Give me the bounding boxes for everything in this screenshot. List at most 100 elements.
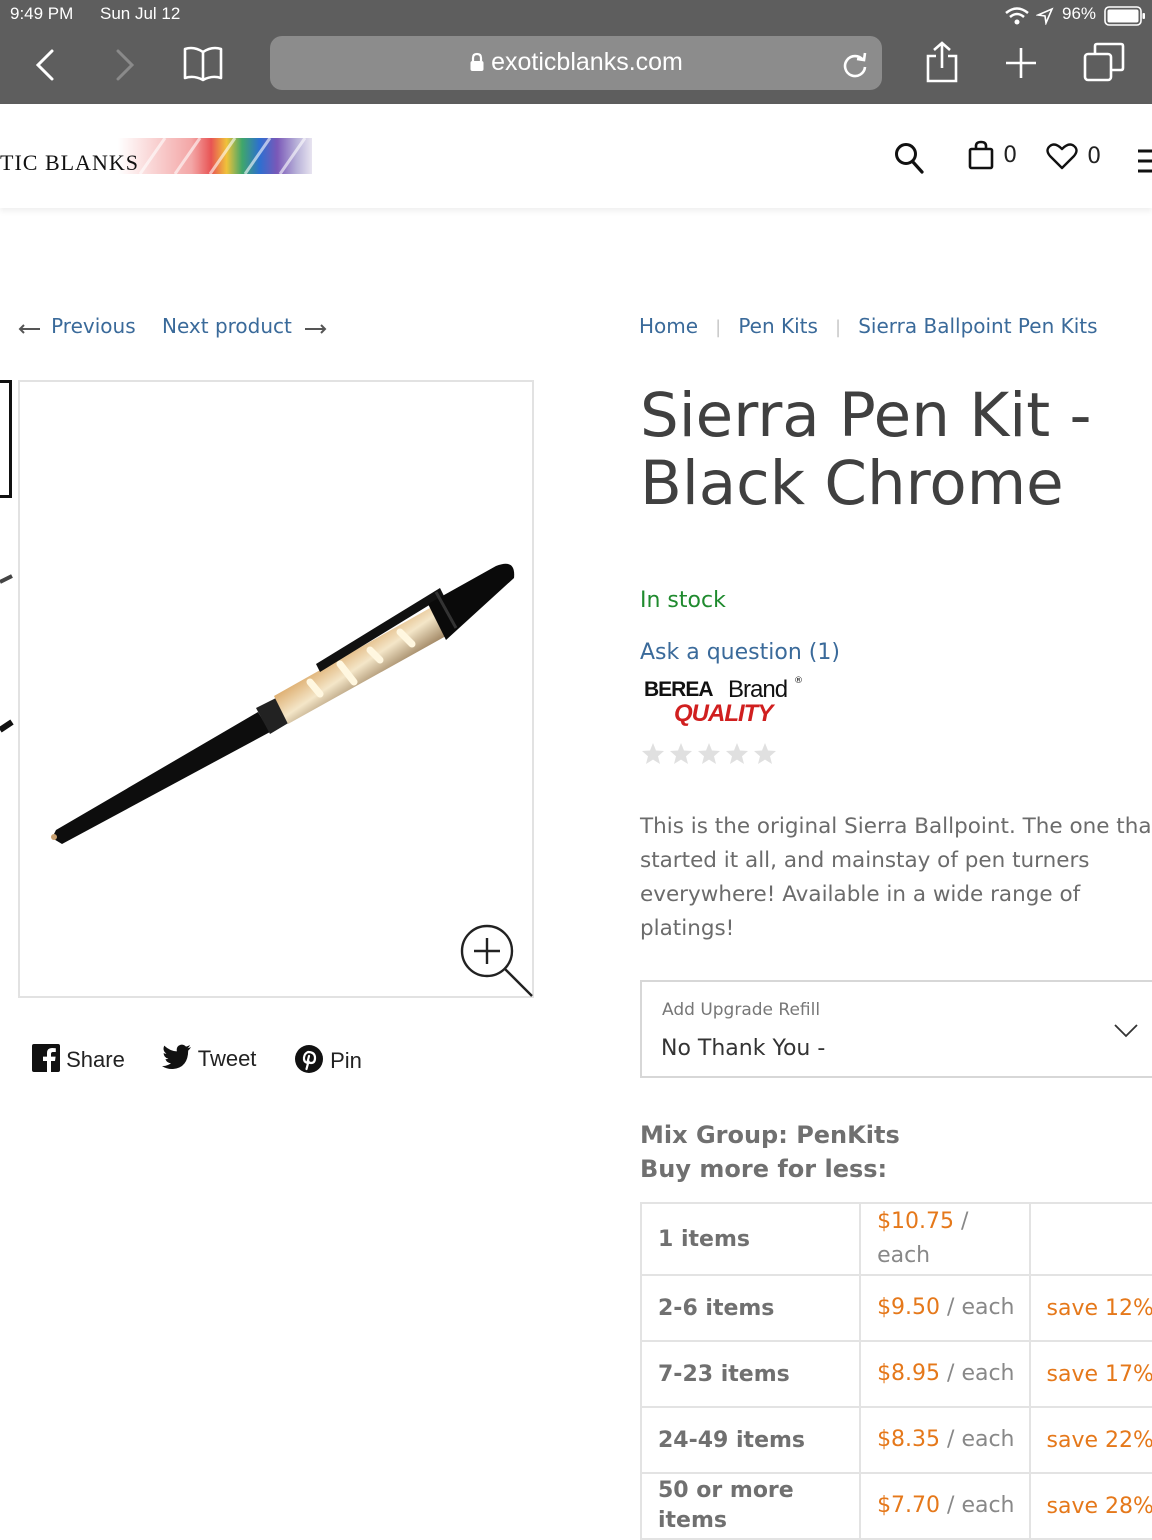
thumbnail-strip[interactable] (0, 570, 14, 750)
upgrade-refill-select[interactable]: Add Upgrade Refill No Thank You - (640, 980, 1152, 1078)
wifi-icon (1005, 7, 1029, 25)
status-date: Sun Jul 12 (100, 4, 181, 23)
logo-text: TIC BLANKS (0, 150, 139, 175)
mix-group-line1: Mix Group: PenKits (640, 1121, 900, 1149)
twitter-share-label: Tweet (197, 1046, 257, 1071)
tier-save (1028, 1202, 1152, 1276)
shopping-bag-icon (968, 140, 994, 170)
tier-save: save 22% (1028, 1406, 1152, 1474)
ask-question-link[interactable]: Ask a question (1) (640, 640, 840, 665)
url-value: exoticblanks.com (491, 48, 683, 76)
badge-quality: QUALITY (674, 700, 773, 727)
arrow-right-icon (304, 323, 327, 334)
new-tab-icon[interactable] (1004, 46, 1038, 80)
battery-percent: 96% (1062, 4, 1097, 23)
thumbnail-selected[interactable] (0, 380, 12, 498)
mix-group-line2: Buy more for less: (640, 1155, 888, 1183)
table-row: 1 items $10.75 /each (639, 1202, 1152, 1276)
tier-price-amount: $8.35 (877, 1427, 941, 1452)
cart-button[interactable]: 0 (968, 140, 1017, 170)
breadcrumb-sierra[interactable]: Sierra Ballpoint Pen Kits (858, 314, 1097, 338)
table-row: 2-6 items $9.50 / each save 12% (639, 1274, 1152, 1342)
tier-qty: 1 items (639, 1202, 862, 1276)
tabs-icon[interactable] (1083, 42, 1125, 82)
zoom-in-icon[interactable] (460, 924, 536, 1000)
stock-status: In stock (640, 588, 726, 613)
browser-toolbar: 9:49 PM Sun Jul 12 96% exoticblanks.com (0, 0, 1152, 104)
product-description: This is the original Sierra Ballpoint. T… (640, 814, 1152, 941)
tier-price: $10.75 /each (859, 1202, 1031, 1276)
product-image[interactable] (18, 380, 534, 998)
site-logo[interactable]: TIC BLANKS (0, 136, 312, 176)
tier-price-suffix: / each (940, 1295, 1015, 1320)
back-icon[interactable] (34, 48, 56, 82)
breadcrumb-separator: | (835, 317, 842, 338)
product-title-line2: Black Chrome (640, 448, 1064, 519)
menu-icon[interactable] (1136, 148, 1152, 174)
berea-quality-badge: BEREA Brand ® QUALITY (640, 674, 810, 738)
breadcrumb-separator: | (715, 317, 722, 338)
table-row: 24-49 items $8.35 / each save 22% (639, 1406, 1152, 1474)
pinterest-share-button[interactable]: Pin (294, 1044, 362, 1074)
pen-image (51, 563, 515, 844)
tier-qty: 7-23 items (639, 1340, 862, 1408)
reload-icon[interactable] (842, 50, 868, 78)
tier-price-suffix: / each (940, 1427, 1015, 1452)
tier-price-amount: $9.50 (877, 1295, 941, 1320)
tier-save: save 12% (1028, 1274, 1152, 1342)
facebook-icon (32, 1044, 60, 1072)
star-rating-icon (642, 743, 776, 764)
product-title: Sierra Pen Kit - Black Chrome (640, 382, 1120, 518)
heart-icon (1046, 143, 1078, 170)
tier-price: $8.35 / each (859, 1406, 1031, 1474)
pinterest-share-label: Pin (330, 1048, 362, 1073)
tier-qty: 50 or more items (639, 1472, 862, 1540)
previous-product-link[interactable]: Previous (18, 314, 136, 338)
search-icon[interactable] (894, 142, 924, 174)
mix-group-heading: Mix Group: PenKits Buy more for less: (640, 1118, 900, 1186)
bookmarks-icon[interactable] (182, 44, 224, 82)
wishlist-button[interactable]: 0 (1046, 142, 1101, 170)
twitter-icon (162, 1044, 191, 1070)
product-title-line1: Sierra Pen Kit - (640, 380, 1092, 451)
tier-save: save 28% (1028, 1472, 1152, 1540)
cart-count: 0 (1003, 142, 1018, 168)
forward-icon[interactable] (114, 48, 136, 82)
battery-icon (1104, 6, 1145, 26)
status-time: 9:49 PM (10, 4, 74, 23)
quantity-pricing-table: 1 items $10.75 /each 2-6 items $9.50 / e… (639, 1202, 1152, 1540)
site-header: TIC BLANKS 0 0 (0, 104, 1152, 208)
wishlist-count: 0 (1087, 143, 1102, 169)
breadcrumb: Home | Pen Kits | Sierra Ballpoint Pen K… (639, 314, 1098, 338)
location-icon (1036, 7, 1054, 25)
table-row: 7-23 items $8.95 / each save 17% (639, 1340, 1152, 1408)
table-row: 50 or more items $7.70 / each save 28% (639, 1472, 1152, 1540)
previous-label: Previous (51, 314, 136, 338)
facebook-share-button[interactable]: Share (32, 1044, 125, 1073)
share-icon[interactable] (924, 40, 960, 84)
twitter-share-button[interactable]: Tweet (162, 1044, 256, 1072)
tier-price-amount: $10.75 (877, 1209, 955, 1234)
tier-save: save 17% (1028, 1340, 1152, 1408)
next-label: Next product (162, 314, 292, 338)
next-product-link[interactable]: Next product (162, 314, 327, 338)
arrow-left-icon (18, 323, 40, 334)
registered-mark: ® (794, 676, 803, 686)
tier-qty: 2-6 items (639, 1274, 862, 1342)
pinterest-icon (295, 1045, 323, 1073)
tier-price: $9.50 / each (859, 1274, 1031, 1342)
tier-price: $8.95 / each (859, 1340, 1031, 1408)
rating-stars (640, 740, 780, 774)
chevron-down-icon (1114, 1024, 1138, 1038)
tier-qty: 24-49 items (639, 1406, 862, 1474)
tier-price-amount: $8.95 (877, 1361, 941, 1386)
url-text: exoticblanks.com (270, 48, 882, 77)
tier-price-suffix: / each (940, 1493, 1015, 1518)
address-bar[interactable]: exoticblanks.com (270, 36, 882, 90)
refill-value: No Thank You - (661, 1036, 826, 1061)
refill-label: Add Upgrade Refill (662, 1000, 821, 1020)
breadcrumb-home[interactable]: Home (639, 314, 698, 338)
breadcrumb-pen-kits[interactable]: Pen Kits (738, 314, 818, 338)
facebook-share-label: Share (66, 1047, 125, 1072)
tier-price-suffix: / each (940, 1361, 1015, 1386)
